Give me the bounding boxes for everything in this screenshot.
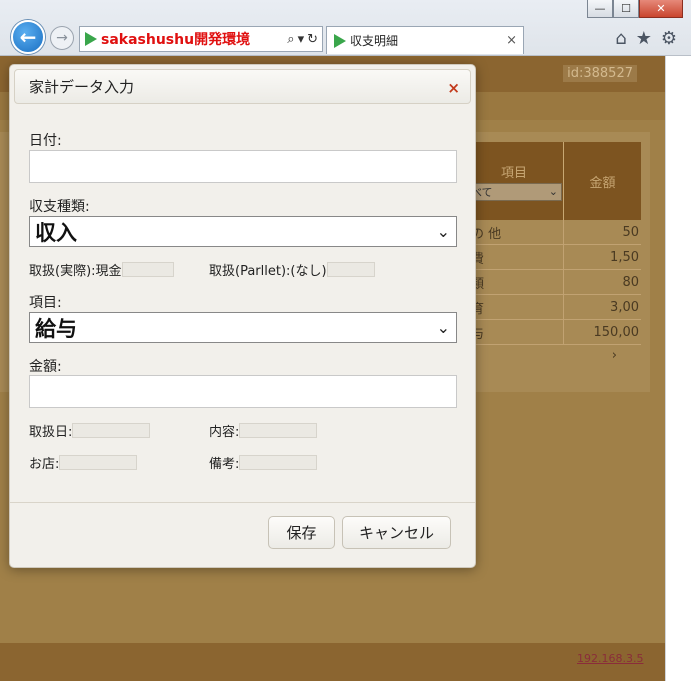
parllet-handling: 取扱(Parllet):(なし) <box>209 260 375 279</box>
actual-handling: 取扱(実際):現金 <box>29 260 174 279</box>
shop-info: お店: <box>29 453 138 472</box>
content-info: 内容: <box>209 421 318 440</box>
close-icon[interactable]: × <box>447 79 460 97</box>
page-footer <box>0 643 665 681</box>
shop-value <box>59 455 138 470</box>
amount-field[interactable] <box>29 375 457 408</box>
transaction-grid: 項目 べて ⌄ 金額 の 他 50 費 1,50 類 80 育 3,00 与 1… <box>465 142 641 365</box>
type-select[interactable]: 収入 ⌄ <box>29 216 457 247</box>
cancel-button[interactable]: キャンセル <box>342 516 451 549</box>
dialog-divider <box>10 502 475 503</box>
handled-date-value <box>72 423 151 438</box>
row-item: 費 <box>465 245 564 269</box>
grid-header: 項目 べて ⌄ 金額 <box>465 142 641 220</box>
chevron-down-icon: ⌄ <box>436 318 450 337</box>
tab-active[interactable]: 収支明細 × <box>326 26 524 54</box>
chevron-right-icon[interactable]: › <box>612 348 617 363</box>
window-controls: — ☐ ✕ <box>587 0 683 18</box>
tab-close-icon[interactable]: × <box>506 33 517 48</box>
forward-button[interactable]: → <box>50 26 74 50</box>
tab-title: 収支明細 <box>350 34 399 48</box>
dialog-title: 家計データ入力 <box>29 78 135 96</box>
row-item: 類 <box>465 270 564 294</box>
table-row[interactable]: 費 1,50 <box>465 245 641 270</box>
refresh-icon[interactable]: ↻ <box>307 32 318 47</box>
browser-chrome: — ☐ ✕ ← → sakashushu開発環境 ⌕ ▾ ↻ 収支明細 × ⌂ … <box>0 0 691 56</box>
row-amount: 150,00 <box>593 324 640 340</box>
handled-date: 取扱日: <box>29 421 151 440</box>
address-text[interactable]: sakashushu開発環境 <box>101 29 250 49</box>
window-close-button[interactable]: ✕ <box>639 0 683 18</box>
amount-label: 金額: <box>29 359 62 375</box>
dialog-titlebar: 家計データ入力 × <box>14 69 471 104</box>
row-amount: 80 <box>622 274 639 290</box>
row-item: 育 <box>465 295 564 319</box>
item-label: 項目: <box>29 295 62 311</box>
row-item: 与 <box>465 320 564 344</box>
note-value <box>239 455 318 470</box>
table-row[interactable]: 類 80 <box>465 270 641 295</box>
chevron-down-icon: ⌄ <box>548 185 558 198</box>
type-label: 収支種類: <box>29 199 90 215</box>
table-row[interactable]: の 他 50 <box>465 220 641 245</box>
parllet-handling-label: 取扱(Parllet):(なし) <box>209 264 327 279</box>
arrow-right-icon: → <box>56 30 68 46</box>
note-label: 備考: <box>209 457 240 472</box>
grid-header-item-label: 項目 <box>500 165 527 181</box>
grid-scroll[interactable]: › <box>465 345 641 365</box>
row-amount: 1,50 <box>610 249 639 265</box>
date-field[interactable] <box>29 150 457 183</box>
star-icon[interactable]: ★ <box>636 28 652 49</box>
search-icon[interactable]: ⌕ <box>287 32 294 47</box>
row-item: の 他 <box>465 220 564 244</box>
save-button[interactable]: 保存 <box>268 516 335 549</box>
gear-icon[interactable]: ⚙ <box>661 28 677 49</box>
toolbar-icons: ⌂ ★ ⚙ <box>615 28 677 49</box>
actual-handling-value <box>121 262 174 277</box>
minimize-button[interactable]: — <box>587 0 613 18</box>
home-icon[interactable]: ⌂ <box>615 28 626 49</box>
content-label: 内容: <box>209 425 240 440</box>
item-select[interactable]: 給与 ⌄ <box>29 312 457 343</box>
item-select-value: 給与 <box>35 316 77 341</box>
maximize-button[interactable]: ☐ <box>613 0 639 18</box>
shop-label: お店: <box>29 457 60 472</box>
grid-header-amount: 金額 <box>564 142 641 220</box>
date-label: 日付: <box>29 133 62 149</box>
site-play-icon <box>85 32 97 46</box>
user-id: id:388527 <box>563 65 637 82</box>
item-filter-select[interactable]: べて ⌄ <box>466 182 562 201</box>
dropdown-icon[interactable]: ▾ <box>298 32 305 47</box>
household-entry-dialog: 家計データ入力 × 日付: 収支種類: 収入 ⌄ 取扱(実際):現金 取扱(Pa… <box>9 64 476 568</box>
note-info: 備考: <box>209 453 318 472</box>
grid-header-item: 項目 べて ⌄ <box>465 142 564 220</box>
table-row[interactable]: 与 150,00 <box>465 320 641 345</box>
handled-date-label: 取扱日: <box>29 425 73 440</box>
address-bar[interactable]: sakashushu開発環境 ⌕ ▾ ↻ <box>79 26 323 52</box>
address-actions: ⌕ ▾ ↻ <box>287 32 322 47</box>
row-amount: 3,00 <box>610 299 639 315</box>
tab-play-icon <box>334 33 346 48</box>
page-scrollbar[interactable] <box>665 56 691 681</box>
chevron-down-icon: ⌄ <box>436 222 450 241</box>
grid-header-amount-label: 金額 <box>589 175 616 191</box>
back-button[interactable]: ← <box>11 20 45 54</box>
table-row[interactable]: 育 3,00 <box>465 295 641 320</box>
actual-handling-label: 取扱(実際):現金 <box>29 264 122 279</box>
parllet-handling-value <box>326 262 375 277</box>
content-value <box>239 423 318 438</box>
type-select-value: 収入 <box>35 220 77 245</box>
footer-ip-link[interactable]: 192.168.3.5 <box>577 652 643 665</box>
row-amount: 50 <box>622 224 639 240</box>
arrow-left-icon: ← <box>19 25 37 49</box>
